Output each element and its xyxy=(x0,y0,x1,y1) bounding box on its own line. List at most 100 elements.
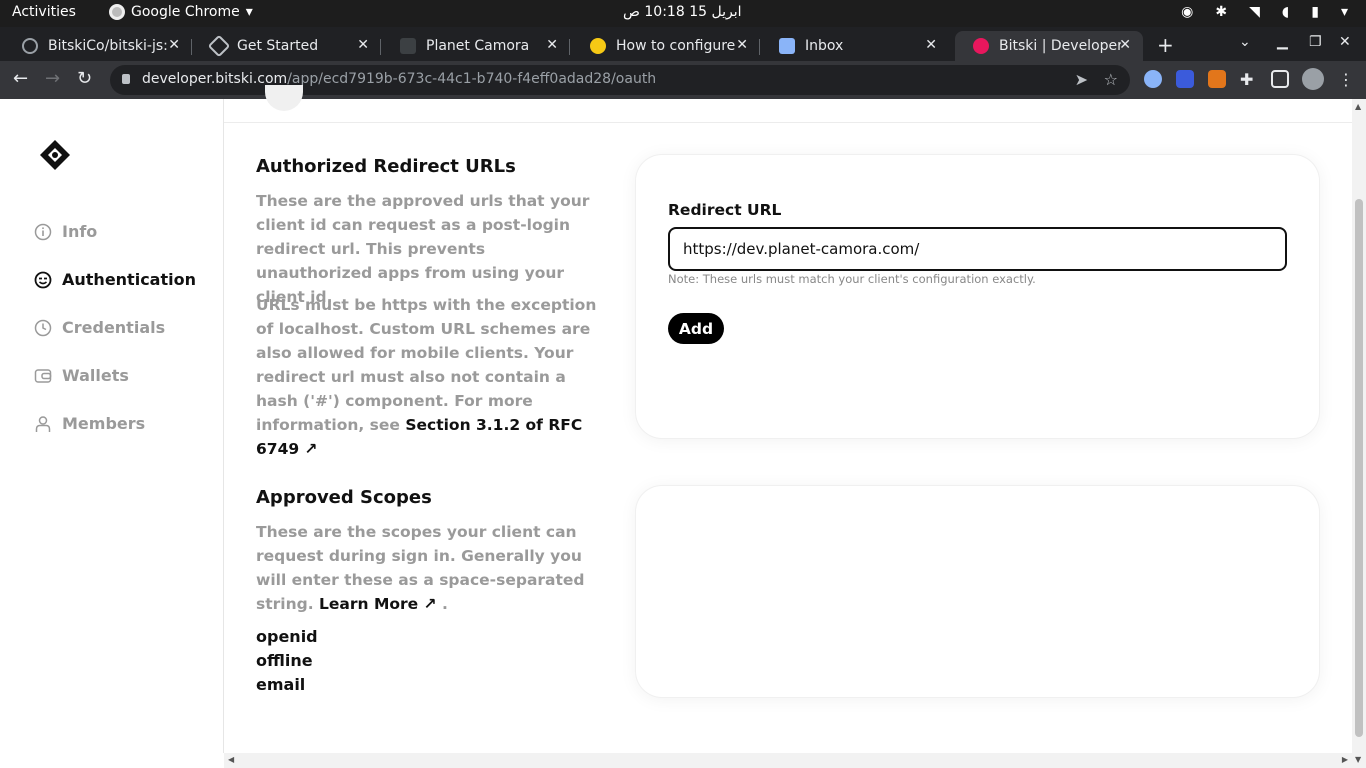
minimize-icon[interactable]: ▁ xyxy=(1277,34,1288,50)
app-name: Google Chrome xyxy=(131,4,240,20)
sidebar-item-credentials[interactable]: Credentials xyxy=(34,318,165,337)
sidebar-item-info[interactable]: Info xyxy=(34,222,97,241)
system-tray[interactable]: ◉ ✱ ◥ ◖ ▮ ▾ xyxy=(1181,4,1348,20)
scope-item: email xyxy=(256,675,306,694)
bookmark-star-icon[interactable]: ☆ xyxy=(1104,70,1118,89)
side-panel-icon[interactable] xyxy=(1271,70,1289,88)
tab-title: BitskiCo/bitski-js: xyxy=(48,38,168,54)
reload-icon[interactable]: ↻ xyxy=(77,68,92,89)
page-content: Info Authentication Credentials Wallets … xyxy=(0,85,1352,753)
back-icon[interactable]: ← xyxy=(13,68,28,89)
address-bar[interactable]: developer.bitski.com/app/ecd7919b-673c-4… xyxy=(110,65,1130,95)
tab-get-started[interactable]: Get Started ✕ xyxy=(193,31,381,61)
scopes-card xyxy=(636,486,1319,697)
scroll-left-icon[interactable]: ◀ xyxy=(228,755,234,764)
bitski-logo[interactable] xyxy=(36,136,74,174)
close-icon[interactable]: ✕ xyxy=(736,37,748,53)
volume-icon[interactable]: ◖ xyxy=(1282,4,1289,20)
tab-bitski-developer[interactable]: Bitski | Developer ✕ xyxy=(955,31,1143,61)
app-menu[interactable]: Google Chrome ▾ xyxy=(109,4,253,20)
sidebar-item-label: Authentication xyxy=(62,270,196,289)
tab-title: How to configure xyxy=(616,38,736,54)
chrome-tray-icon[interactable]: ◉ xyxy=(1181,4,1193,20)
clock[interactable]: ابريل 15 10:18 ص xyxy=(623,4,742,20)
scroll-right-icon[interactable]: ▶ xyxy=(1342,755,1348,764)
redirect-desc-1: These are the approved urls that your cl… xyxy=(256,192,590,306)
url-path: /app/ecd7919b-673c-44c1-b740-f4eff0adad2… xyxy=(287,71,657,87)
scroll-up-icon[interactable]: ▲ xyxy=(1355,102,1361,111)
tab-title: Get Started xyxy=(237,38,319,54)
redirect-urls-title: Authorized Redirect URLs xyxy=(256,156,516,177)
close-icon[interactable]: ✕ xyxy=(357,37,369,53)
extension-1-icon[interactable] xyxy=(1144,70,1162,88)
sidebar-item-authentication[interactable]: Authentication xyxy=(34,270,196,289)
scope-item: offline xyxy=(256,651,313,670)
sidebar-item-wallets[interactable]: Wallets xyxy=(34,366,129,385)
close-icon[interactable]: ✕ xyxy=(168,37,180,53)
approved-scopes-title: Approved Scopes xyxy=(256,487,432,508)
redirect-url-input[interactable] xyxy=(668,227,1287,271)
lock-icon[interactable] xyxy=(122,74,130,84)
system-top-bar: Activities Google Chrome ▾ ابريل 15 10:1… xyxy=(0,0,1366,27)
clock-icon xyxy=(34,319,52,336)
profile-avatar[interactable] xyxy=(1302,68,1324,90)
restore-icon[interactable]: ❐ xyxy=(1309,34,1322,50)
tab-bitski-js[interactable]: BitskiCo/bitski-js: ✕ xyxy=(4,31,192,61)
tab-how-to-configure[interactable]: How to configure ✕ xyxy=(572,31,760,61)
horizontal-scrollbar[interactable]: ◀ ▶ xyxy=(224,753,1352,768)
new-tab-button[interactable]: + xyxy=(1157,33,1174,57)
window-close-icon[interactable]: ✕ xyxy=(1339,34,1351,50)
learn-more-link[interactable]: Learn More ↗ xyxy=(319,595,437,613)
bitski-heart-icon xyxy=(973,38,989,54)
tab-inbox[interactable]: Inbox ✕ xyxy=(761,31,949,61)
tab-separator xyxy=(569,39,570,55)
redirect-url-note: Note: These urls must match your client'… xyxy=(668,272,1036,286)
vertical-scrollbar[interactable]: ▲ ▼ xyxy=(1352,99,1366,768)
tab-separator xyxy=(759,39,760,55)
tab-search-icon[interactable]: ⌄ xyxy=(1239,34,1251,50)
scope-item: openid xyxy=(256,627,318,646)
close-icon[interactable]: ✕ xyxy=(925,37,937,53)
chevron-down-icon[interactable]: ▾ xyxy=(1341,4,1348,20)
info-icon xyxy=(34,223,52,240)
activities-button[interactable]: Activities xyxy=(12,4,76,20)
planet-camora-icon xyxy=(400,38,416,54)
slack-icon[interactable]: ✱ xyxy=(1215,4,1227,20)
scrollbar-thumb[interactable] xyxy=(1355,199,1363,737)
wifi-icon[interactable]: ◥ xyxy=(1249,4,1260,20)
sidebar-item-label: Credentials xyxy=(62,318,166,337)
tab-title: Bitski | Developer xyxy=(999,38,1121,54)
sidebar-item-members[interactable]: Members xyxy=(34,414,145,433)
tab-separator xyxy=(380,39,381,55)
sidebar-item-label: Info xyxy=(62,222,98,241)
emoji-icon xyxy=(590,38,606,54)
redirect-url-label: Redirect URL xyxy=(668,201,782,219)
redirect-url-card xyxy=(636,155,1319,438)
extension-2-icon[interactable] xyxy=(1176,70,1194,88)
redirect-desc-2: URLs must be https with the exception of… xyxy=(256,293,606,461)
scroll-down-icon[interactable]: ▼ xyxy=(1355,755,1361,764)
external-link-icon: ↗ xyxy=(423,595,437,613)
menu-kebab-icon[interactable]: ⋮ xyxy=(1338,70,1356,89)
github-icon xyxy=(22,38,38,54)
sidebar-divider xyxy=(223,99,224,753)
chevron-down-icon: ▾ xyxy=(245,4,253,20)
forward-icon[interactable]: → xyxy=(45,68,60,89)
battery-icon[interactable]: ▮ xyxy=(1311,4,1319,20)
smiley-icon xyxy=(34,271,52,288)
redirect-desc-2-text: URLs must be https with the exception of… xyxy=(256,296,597,434)
header-avatar[interactable] xyxy=(265,85,303,111)
external-link-icon: ↗ xyxy=(304,440,318,458)
chrome-icon xyxy=(109,4,125,20)
metamask-icon[interactable] xyxy=(1208,70,1226,88)
add-button[interactable]: Add xyxy=(668,313,724,344)
close-icon[interactable]: ✕ xyxy=(546,37,558,53)
sidebar-bottom xyxy=(0,753,224,768)
extensions-puzzle-icon[interactable]: ✚ xyxy=(1240,70,1258,89)
tab-title: Planet Camora xyxy=(426,38,530,54)
tab-planet-camora[interactable]: Planet Camora ✕ xyxy=(382,31,570,61)
close-icon[interactable]: ✕ xyxy=(1119,37,1131,53)
send-icon[interactable]: ➤ xyxy=(1075,70,1088,89)
yahoo-mail-icon xyxy=(779,38,795,54)
url-text[interactable]: developer.bitski.com/app/ecd7919b-673c-4… xyxy=(142,71,656,87)
